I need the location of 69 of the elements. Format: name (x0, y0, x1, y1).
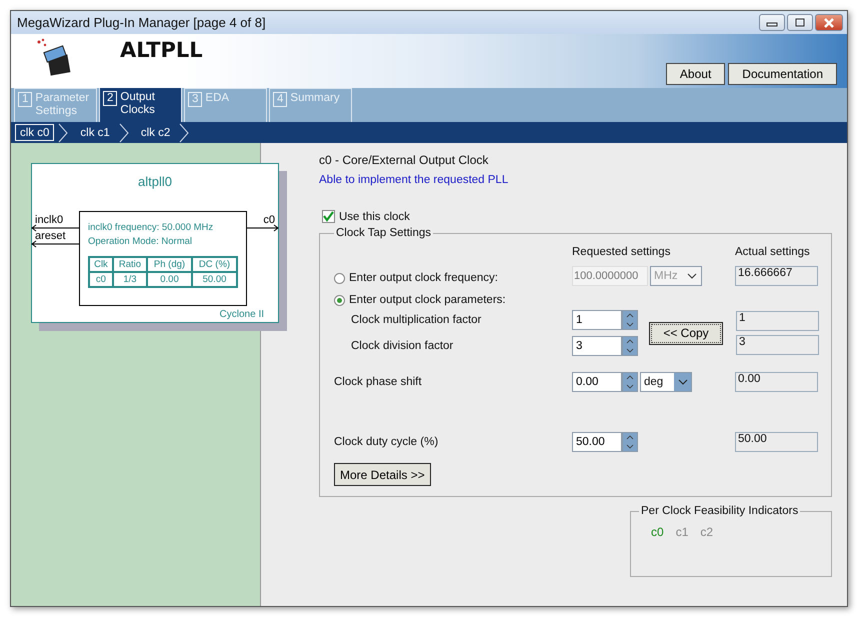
clock-tab[interactable]: clk c1 (75, 124, 115, 141)
window-title: MegaWizard Plug-In Manager [page 4 of 8] (17, 15, 266, 30)
actual-value: 16.666667 (735, 266, 818, 286)
table-header: Ratio (112, 257, 148, 272)
table-cell: 50.00 (192, 272, 237, 287)
chevron-icon (179, 122, 190, 142)
spin-buttons[interactable] (622, 336, 638, 356)
spin-buttons[interactable] (622, 310, 638, 330)
table-cell: 0.00 (147, 272, 192, 287)
column-header: Actual settings (735, 246, 811, 258)
use-clock-checkbox[interactable]: Use this clock (322, 210, 832, 223)
radio-button[interactable] (334, 272, 345, 284)
chevron-down-icon (687, 273, 697, 279)
more-details-button[interactable]: More Details >> (334, 463, 431, 486)
table-header: Ph (dg) (147, 257, 192, 272)
field-label: Clock division factor (350, 340, 454, 352)
maximize-icon (794, 18, 806, 27)
maximize-button[interactable] (787, 14, 813, 31)
clock-tab[interactable]: clk c2 (136, 124, 176, 141)
actual-value: 1 (736, 311, 819, 331)
spin-buttons[interactable] (622, 432, 638, 452)
group-title: Per Clock Feasibility Indicators (640, 505, 800, 517)
header-button[interactable]: Documentation (728, 63, 837, 85)
frequency-field[interactable]: 100.0000000 (572, 266, 648, 286)
column-header: Requested settings (572, 246, 672, 258)
port-label: inclk0 (35, 214, 64, 226)
table-cell: c0 (89, 272, 113, 287)
phase-field[interactable]: 0.00 (572, 372, 622, 392)
radio-option[interactable]: Enter output clock parameters: (334, 294, 572, 306)
duty-cycle-field[interactable]: 50.00 (572, 432, 622, 452)
clock-tab[interactable]: clk c0 (15, 124, 54, 141)
table-cell: 1/3 (112, 272, 148, 287)
factor-field[interactable]: 1 (572, 310, 622, 330)
close-icon (823, 18, 835, 28)
actual-value: 50.00 (735, 432, 818, 452)
minimize-button[interactable] (759, 14, 785, 31)
spin-buttons[interactable] (622, 372, 638, 392)
status-message: Able to implement the requested PLL (319, 174, 510, 186)
info-text: inclk0 frequency: 50.000 MHz (88, 222, 214, 233)
clock-indicator: c1 (676, 525, 688, 539)
clock-heading: c0 - Core/External Output Clock (319, 153, 490, 167)
wizard-tab[interactable]: 2 Output Clocks (99, 87, 182, 122)
checkbox[interactable] (322, 210, 335, 223)
clock-indicator: c0 (651, 525, 664, 539)
port-label: c0 (263, 214, 275, 226)
actual-value: 0.00 (735, 372, 818, 392)
clock-indicator: c2 (700, 525, 714, 539)
radio-button[interactable] (334, 294, 345, 306)
factor-field[interactable]: 3 (572, 336, 622, 356)
radio-option[interactable]: Enter output clock frequency: (334, 272, 572, 284)
block-title: altpll0 (137, 174, 173, 189)
field-label: Clock duty cycle (%) (334, 436, 440, 448)
device-label: Cyclone II (220, 309, 264, 320)
port-label: areset (35, 230, 66, 242)
unit-dropdown[interactable]: deg (640, 372, 692, 392)
group-title: Clock Tap Settings (335, 227, 432, 239)
header-button[interactable]: About (666, 63, 726, 85)
chevron-icon (118, 122, 129, 142)
close-button[interactable] (815, 14, 843, 31)
table-header: Clk (89, 257, 113, 272)
chevron-down-icon (678, 379, 688, 385)
actual-value: 3 (736, 335, 819, 355)
info-text: Operation Mode: Normal (88, 236, 194, 247)
chevron-icon (58, 122, 68, 142)
table-header: DC (%) (192, 257, 237, 272)
field-label: Clock phase shift (334, 376, 423, 388)
header-title: ALTPLL (120, 38, 203, 62)
copy-button[interactable]: << Copy (649, 322, 723, 344)
field-label: Clock multiplication factor (350, 314, 482, 326)
